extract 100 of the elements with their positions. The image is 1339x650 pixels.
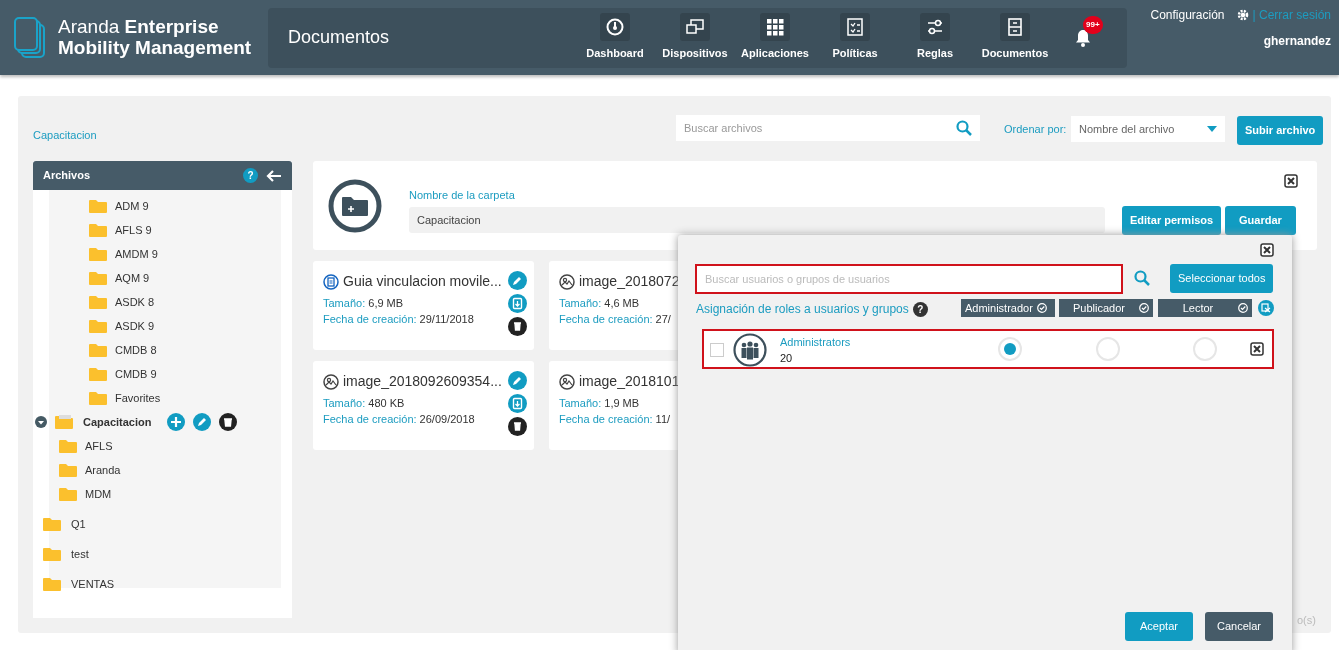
back-arrow-icon[interactable]: [266, 169, 282, 182]
tree-item[interactable]: Q1: [71, 515, 86, 533]
tree-item[interactable]: Favorites: [115, 389, 161, 407]
tree-item[interactable]: Capacitacion: [83, 413, 152, 431]
member-count: 20: [780, 351, 793, 366]
tree-row[interactable]: VENTAS: [33, 572, 281, 596]
folder-icon: [43, 546, 63, 562]
grid-icon: [766, 18, 784, 37]
search-icon[interactable]: [1134, 270, 1150, 286]
notification-badge: 99+: [1083, 16, 1103, 35]
role-radio[interactable]: [1193, 337, 1217, 361]
nav-item[interactable]: Dispositivos: [655, 13, 735, 62]
folder-icon: [89, 247, 107, 261]
help-icon[interactable]: ?: [912, 301, 928, 317]
nav-item[interactable]: Dashboard: [575, 13, 655, 62]
role-column-header[interactable]: Publicador: [1059, 299, 1153, 317]
tree-item[interactable]: Aranda: [85, 461, 121, 479]
user-group-row[interactable]: Administrators 20: [702, 329, 1274, 369]
tree-row[interactable]: Capacitacion: [33, 410, 281, 434]
trash-icon[interactable]: [219, 413, 238, 431]
nav-item[interactable]: Reglas: [895, 13, 975, 62]
check-circle-icon: [1036, 303, 1047, 313]
folder-icon: [89, 271, 107, 285]
file-date: Fecha de creación: 11/: [559, 412, 671, 427]
new-folder-icon: [328, 179, 382, 233]
nav-item[interactable]: Políticas: [815, 13, 895, 62]
folder-icon: [59, 463, 77, 477]
brand-name: Aranda Enterprise: [58, 16, 220, 38]
file-name[interactable]: image_2018072: [579, 271, 678, 292]
nav-item[interactable]: Aplicaciones: [735, 13, 815, 62]
tree-item[interactable]: MDM: [85, 485, 112, 503]
group-icon: [733, 333, 767, 367]
folder-icon: [89, 391, 107, 405]
caret-icon: [1207, 126, 1217, 132]
add-icon[interactable]: [167, 413, 186, 431]
trash-icon[interactable]: [508, 417, 527, 436]
remove-icon[interactable]: [1250, 342, 1264, 356]
bell-icon[interactable]: [1075, 28, 1091, 47]
document-icon: [323, 273, 339, 290]
tree-item[interactable]: VENTAS: [71, 575, 115, 593]
file-size: Tamaño: 6,9 MB: [323, 296, 404, 311]
file-name[interactable]: image_2018101: [579, 371, 678, 392]
cabinet-icon: [1006, 18, 1024, 37]
folder-icon: [89, 319, 107, 333]
tree-item[interactable]: ASDK 9: [115, 317, 155, 335]
clear-icon[interactable]: [1258, 300, 1274, 316]
close-icon[interactable]: [1284, 174, 1298, 188]
sliders-icon: [926, 18, 944, 37]
section-heading: Asignación de roles a usuarios y grupos: [696, 301, 909, 318]
tree-item[interactable]: ASDK 8: [115, 293, 155, 311]
folder-icon: [89, 223, 107, 237]
folder-icon: [59, 487, 77, 501]
sort-dropdown[interactable]: Nombre del archivo: [1071, 116, 1225, 142]
edit-icon[interactable]: [508, 271, 527, 290]
tree-row[interactable]: test: [33, 542, 281, 566]
settings-link[interactable]: Configuración: [1150, 6, 1225, 24]
file-name[interactable]: Guia vinculacion movile...: [343, 271, 502, 292]
open-folder-icon: [55, 414, 75, 430]
role-column-header[interactable]: Administrador: [961, 299, 1055, 317]
role-radio[interactable]: [998, 337, 1022, 361]
checklist-icon: [846, 18, 864, 37]
tree-item[interactable]: ADM 9: [115, 197, 149, 215]
tree-item[interactable]: AMDM 9: [115, 245, 158, 263]
file-date: Fecha de creación: 29/11/2018: [323, 312, 474, 327]
collapse-caret-icon[interactable]: [35, 416, 47, 428]
nav-item[interactable]: Documentos: [975, 13, 1055, 62]
tree-item[interactable]: CMDB 8: [115, 341, 157, 359]
check-circle-icon: [1139, 303, 1149, 313]
file-size: Tamaño: 4,6 MB: [559, 296, 640, 311]
tree-item[interactable]: AFLS: [85, 437, 113, 455]
folder-icon: [43, 516, 63, 532]
file-date: Fecha de creación: 26/09/2018: [323, 412, 475, 427]
sort-label: Ordenar por:: [1004, 122, 1067, 137]
role-column-header[interactable]: Lector: [1158, 299, 1252, 317]
image-icon: [559, 373, 575, 390]
folder-icon: [89, 199, 107, 213]
folder-icon: [89, 295, 107, 309]
file-size: Tamaño: 480 KB: [323, 396, 405, 411]
check-circle-icon: [1238, 303, 1248, 313]
trash-icon[interactable]: [508, 317, 527, 336]
panel-title: Archivos: [43, 168, 91, 184]
close-icon[interactable]: [1260, 243, 1274, 257]
folder-icon: [43, 576, 63, 592]
gear-icon[interactable]: [1236, 9, 1249, 21]
role-radio[interactable]: [1096, 337, 1120, 361]
file-name[interactable]: image_2018092609354...: [343, 371, 502, 392]
tree-item[interactable]: CMDB 9: [115, 365, 157, 383]
edit-icon[interactable]: [193, 413, 212, 431]
folder-icon: [59, 439, 77, 453]
tree-item[interactable]: test: [71, 545, 89, 563]
tree-row[interactable]: Q1: [33, 512, 281, 536]
folder-icon: [89, 367, 107, 381]
edit-icon[interactable]: [508, 371, 527, 390]
tree-item[interactable]: AQM 9: [115, 269, 150, 287]
row-checkbox[interactable]: [710, 343, 724, 357]
logo-icon: [14, 16, 48, 59]
cancel-button[interactable]: Cancelar: [1205, 612, 1274, 641]
page-title: Documentos: [288, 26, 390, 49]
tree-item[interactable]: AFLS 9: [115, 221, 152, 239]
folder-name-field[interactable]: Capacitacion: [409, 207, 1105, 233]
